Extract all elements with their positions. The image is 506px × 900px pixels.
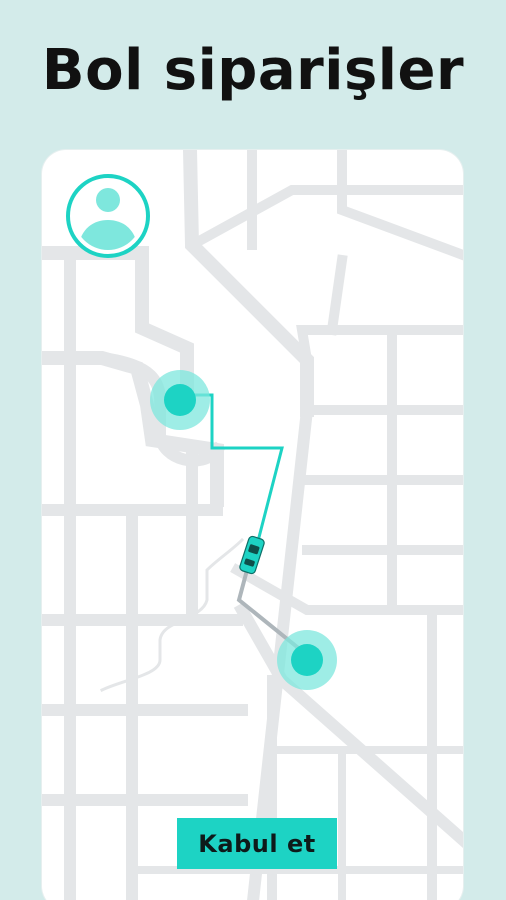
page-title: Bol siparişler <box>41 38 465 103</box>
screen: Bol siparişler Kabul et <box>0 0 506 900</box>
user-avatar-icon[interactable] <box>66 174 150 258</box>
dropoff-location-icon[interactable] <box>277 630 337 690</box>
pickup-location-icon[interactable] <box>150 370 210 430</box>
phone-mockup: Kabul et <box>42 150 463 900</box>
accept-button[interactable]: Kabul et <box>177 818 337 869</box>
map-roads <box>42 150 463 900</box>
map-view[interactable] <box>42 150 463 900</box>
